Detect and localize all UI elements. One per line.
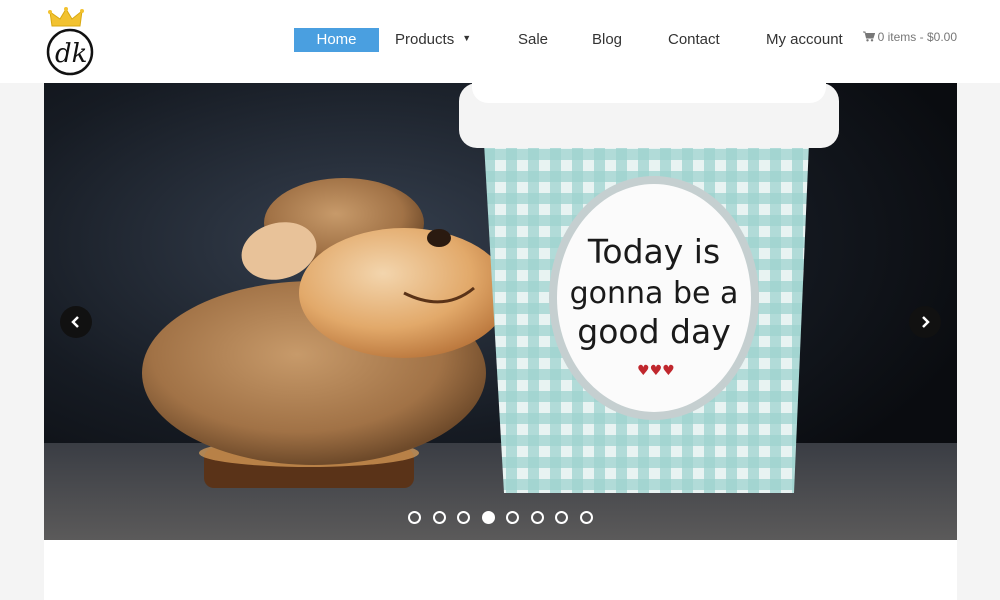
hearts-icon: ♥♥♥ (637, 363, 675, 379)
mug-text-line-2: gonna be a (570, 276, 739, 311)
slider-next-button[interactable] (909, 306, 941, 338)
chevron-right-icon (922, 316, 930, 328)
nav-label: Home (316, 31, 357, 48)
slider-prev-button[interactable] (60, 306, 92, 338)
site-header: dk Home Products ▼ Sale Blog Contact My a… (0, 0, 1000, 83)
slider-dot-1[interactable] (408, 511, 421, 524)
slider-dot-8[interactable] (579, 511, 593, 524)
nav-item-contact[interactable]: Contact (668, 28, 720, 52)
slider-dot-2[interactable] (432, 511, 446, 524)
slider-dot-4[interactable] (481, 511, 495, 524)
nav-label: Products (395, 31, 455, 48)
nav-item-sale[interactable]: Sale (518, 28, 548, 52)
nav-item-home[interactable]: Home (294, 28, 379, 52)
main-content (44, 540, 957, 600)
site-logo[interactable]: dk (44, 6, 100, 78)
mug-text-line-3: good day (577, 312, 730, 351)
slider-dot-5[interactable] (506, 511, 519, 524)
nav-item-my-account[interactable]: My account (766, 28, 843, 52)
slider-dot-7[interactable] (555, 511, 568, 524)
nav-item-blog[interactable]: Blog (592, 28, 622, 52)
nav-item-products[interactable]: Products ▼ (395, 28, 471, 52)
nav-label: Blog (592, 31, 623, 48)
svg-text:dk: dk (55, 39, 87, 69)
caret-down-icon: ▼ (462, 33, 472, 44)
cart-summary[interactable]: 0 items - $0.00 (862, 30, 957, 44)
nav-label: Sale (518, 31, 549, 48)
chevron-left-icon (71, 316, 79, 328)
hero-slider[interactable]: Today is gonna be a good day ♥♥♥ (44, 83, 957, 540)
slider-dot-6[interactable] (530, 511, 544, 524)
crown-logo-icon: dk (46, 7, 94, 76)
nav-label: My account (766, 31, 843, 48)
slide-image: Today is gonna be a good day ♥♥♥ (44, 83, 957, 540)
nav-label: Contact (668, 31, 720, 48)
mug-text-line-1: Today is (587, 232, 720, 271)
cart-text: 0 items - $0.00 (877, 30, 957, 44)
shopping-cart-icon (862, 31, 875, 42)
slider-dot-3[interactable] (457, 511, 470, 524)
